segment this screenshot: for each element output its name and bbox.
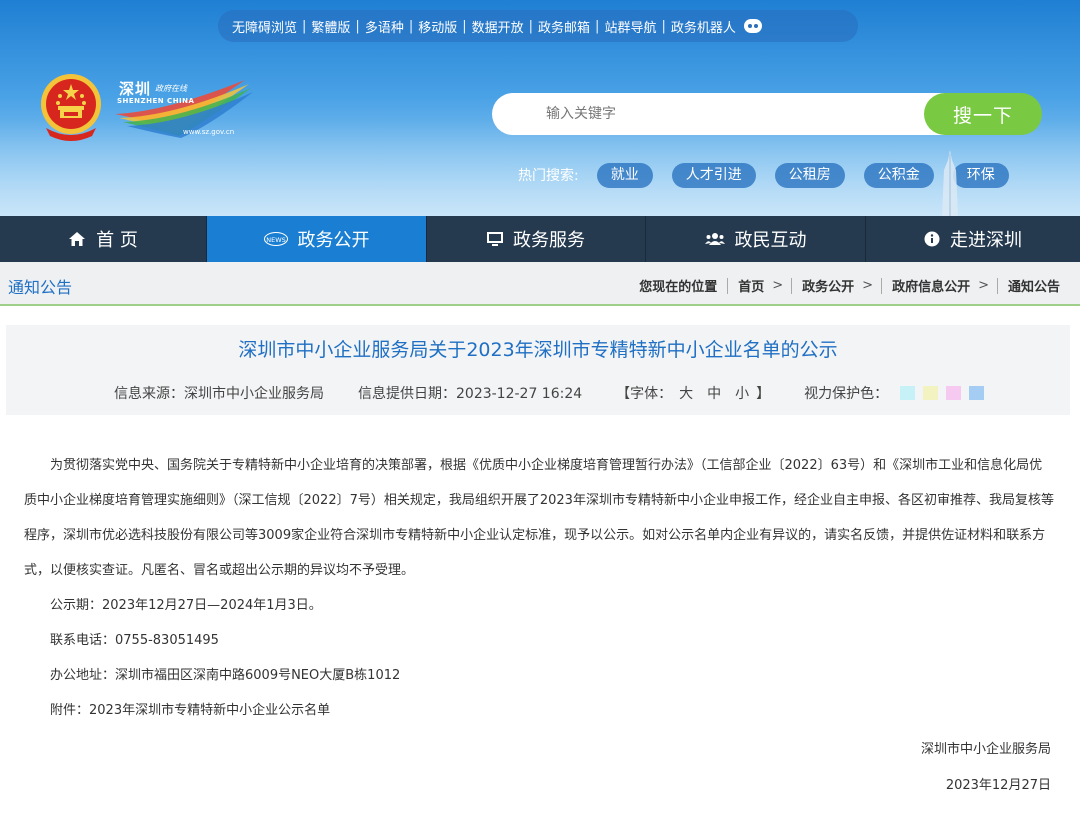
info-source: 信息来源：深圳市中小企业服务局 (114, 386, 324, 402)
breadcrumb: 您现在的位置 首页 > 政务公开 > 政府信息公开 > 通知公告 (639, 276, 1060, 295)
article-body: 为贯彻落实党中央、国务院关于专精特新中小企业培育的决策部署，根据《优质中小企业梯… (24, 448, 1054, 728)
eye-care-swatch-blue[interactable] (969, 386, 985, 400)
separator: | (661, 18, 666, 34)
separator: | (355, 18, 360, 34)
separator: | (408, 18, 414, 34)
site-header: 无障碍浏览 | 繁體版 | 多语种 | 移动版 | 数据开放 | 政务邮箱 | … (0, 0, 1080, 216)
divider (727, 277, 729, 294)
top-links-bar: 无障碍浏览 | 繁體版 | 多语种 | 移动版 | 数据开放 | 政务邮箱 | … (218, 10, 858, 42)
separator: | (302, 18, 307, 34)
eye-care-swatch-yellow[interactable] (923, 386, 939, 400)
top-link-gov-mail[interactable]: 政务邮箱 (538, 17, 590, 36)
article-meta: 信息来源：深圳市中小企业服务局 信息提供日期：2023-12-27 16:24 … (114, 383, 985, 403)
logo-text-en: SHENZHEN CHINA (117, 97, 195, 105)
nav-gov-affairs[interactable]: NEWS 政务公开 (207, 216, 427, 262)
font-size-large[interactable]: 大 (679, 386, 693, 402)
people-icon (704, 232, 725, 246)
eye-care-label: 视力保护色： (804, 386, 889, 402)
article-header: 深圳市中小企业服务局关于2023年深圳市专精特新中小企业名单的公示 信息来源：深… (6, 325, 1070, 415)
office-address: 办公地址：深圳市福田区深南中路6009号NEO大厦B栋1012 (50, 668, 401, 683)
top-link-site-nav[interactable]: 站群导航 (604, 17, 656, 36)
news-icon: NEWS (263, 232, 288, 246)
divider (791, 277, 793, 294)
publicity-period: 公示期：2023年12月27日—2024年1月3日。 (50, 598, 322, 613)
national-emblem-icon (41, 74, 101, 141)
signature-date: 2023年12月27日 (945, 778, 1051, 793)
breadcrumb-notices[interactable]: 通知公告 (1008, 276, 1060, 295)
separator: | (462, 18, 467, 34)
logo-text-sub: 政府在线 (155, 84, 187, 93)
breadcrumb-separator: > (978, 278, 989, 293)
shenzhen-logo[interactable]: 深圳 政府在线 SHENZHEN CHINA www.sz.gov.cn (115, 78, 255, 140)
contact-phone: 联系电话：0755-83051495 (50, 633, 219, 648)
info-date: 信息提供日期：2023-12-27 16:24 (358, 386, 583, 402)
eye-care-swatch-cyan[interactable] (900, 386, 916, 400)
hot-tag-employment[interactable]: 就业 (596, 162, 653, 188)
skyscraper-icon (942, 150, 958, 216)
article-title: 深圳市中小企业服务局关于2023年深圳市专精特新中小企业名单的公示 (238, 339, 838, 361)
breadcrumb-separator: > (862, 278, 874, 293)
font-size-control: 【字体： 大中小】 (616, 383, 770, 403)
home-icon (68, 231, 86, 247)
search-input[interactable] (492, 93, 962, 135)
hot-search-label: 热门搜索: (518, 168, 579, 184)
breadcrumb-gov-info[interactable]: 政府信息公开 (892, 276, 970, 295)
top-link-open-data[interactable]: 数据开放 (472, 17, 524, 36)
nav-interaction-label: 政民互动 (734, 230, 807, 251)
nav-home-label: 首 页 (96, 230, 138, 251)
separator: | (595, 18, 600, 34)
top-link-multilingual[interactable]: 多语种 (365, 17, 404, 36)
robot-icon[interactable] (742, 16, 764, 36)
nav-about-shenzhen[interactable]: 走进深圳 (866, 216, 1080, 262)
top-link-mobile[interactable]: 移动版 (418, 17, 457, 36)
breadcrumb-gov-affairs[interactable]: 政务公开 (802, 276, 854, 295)
nav-gov-affairs-label: 政务公开 (297, 230, 370, 251)
main-nav: 首 页 NEWS 政务公开 政务服务 政民互动 走进深圳 (0, 216, 1080, 262)
location-label: 您现在的位置 (639, 280, 718, 295)
nav-about-shenzhen-label: 走进深圳 (950, 230, 1022, 251)
top-link-traditional[interactable]: 繁體版 (311, 17, 350, 36)
breadcrumb-home[interactable]: 首页 (738, 276, 764, 295)
breadcrumb-bar: 通知公告 您现在的位置 首页 > 政务公开 > 政府信息公开 > 通知公告 (0, 262, 1080, 306)
nav-gov-services-label: 政务服务 (513, 230, 585, 251)
breadcrumb-separator: > (772, 278, 784, 293)
hot-tag-public-rental[interactable]: 公租房 (774, 162, 845, 188)
font-size-small[interactable]: 小 (735, 386, 749, 402)
font-size-close: 】 (756, 386, 771, 402)
font-size-medium[interactable]: 中 (707, 386, 721, 402)
attachment-link[interactable]: 附件：2023年深圳市专精特新中小企业公示名单 (24, 693, 1054, 728)
section-title: 通知公告 (8, 278, 73, 297)
svg-text:NEWS: NEWS (266, 236, 286, 244)
nav-interaction[interactable]: 政民互动 (646, 216, 866, 262)
article-paragraph: 为贯彻落实党中央、国务院关于专精特新中小企业培育的决策部署，根据《优质中小企业梯… (24, 458, 1054, 578)
hot-tag-housing-fund[interactable]: 公积金 (863, 162, 934, 188)
signature-org: 深圳市中小企业服务局 (920, 742, 1051, 757)
separator: | (528, 18, 534, 34)
logo-url: www.sz.gov.cn (183, 128, 235, 136)
nav-home[interactable]: 首 页 (0, 216, 207, 262)
search-bar: 搜一下 (492, 93, 1042, 135)
eye-care-swatch-pink[interactable] (946, 386, 962, 400)
info-icon (924, 231, 940, 247)
search-button[interactable]: 搜一下 (924, 93, 1042, 135)
top-link-gov-robot[interactable]: 政务机器人 (671, 17, 736, 36)
hot-tag-talent[interactable]: 人才引进 (671, 162, 756, 188)
top-link-accessibility[interactable]: 无障碍浏览 (232, 17, 297, 36)
monitor-icon (487, 232, 503, 246)
nav-gov-services[interactable]: 政务服务 (427, 216, 646, 262)
logo-text-cn: 深圳 (119, 80, 152, 98)
divider (996, 277, 998, 294)
divider (881, 277, 883, 294)
font-size-label: 【字体： (616, 386, 673, 402)
